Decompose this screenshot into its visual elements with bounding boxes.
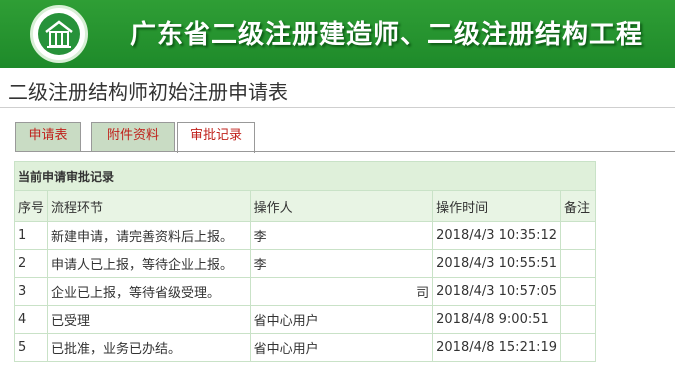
tab-attachments[interactable]: 附件资料 [91,122,175,152]
column-header-time: 操作时间 [432,190,562,222]
cell-remark [560,249,596,278]
table-row: 2 申请人已上报，等待企业上报。 李 2018/4/3 10:55:51 [13,249,596,278]
cell-step: 企业已上报，等待省级受理。 [47,277,251,306]
banner-title: 广东省二级注册建造师、二级注册结构工程 [130,20,644,50]
approval-records-table: 当前申请审批记录 序号 流程环节 操作人 操作时间 备注 1 新建申请，请完善资… [13,161,596,362]
page-title: 二级注册结构师初始注册申请表 [8,80,288,104]
column-header-no: 序号 [13,190,49,222]
cell-step: 已批准，业务已办结。 [47,333,251,362]
site-logo-icon [30,5,88,63]
cell-operator: 李 [249,221,434,250]
cell-operator: 省中心用户 [249,305,434,334]
cell-remark [560,277,596,306]
table-header-row: 序号 流程环节 操作人 操作时间 备注 [13,190,596,222]
cell-no: 1 [13,221,49,250]
cell-no: 5 [13,333,49,362]
table-row: 3 企业已上报，等待省级受理。 司 2018/4/3 10:57:05 [13,277,596,306]
cell-time: 2018/4/3 10:35:12 [432,221,562,250]
cell-time: 2018/4/8 15:21:19 [432,333,562,362]
cell-step: 已受理 [47,305,251,334]
column-header-remark: 备注 [560,190,596,222]
table-row: 1 新建申请，请完善资料后上报。 李 2018/4/3 10:35:12 [13,221,596,250]
tab-approval-records[interactable]: 审批记录 [177,122,255,153]
cell-operator: 司 [249,277,434,306]
cell-time: 2018/4/3 10:55:51 [432,249,562,278]
column-header-step: 流程环节 [47,190,251,222]
table-caption-row: 当前申请审批记录 [14,161,596,191]
cell-no: 3 [13,277,49,306]
cell-step: 申请人已上报，等待企业上报。 [47,249,251,278]
cell-no: 2 [13,249,49,278]
cell-remark [560,305,596,334]
cell-operator: 省中心用户 [249,333,434,362]
table-caption: 当前申请审批记录 [14,161,596,191]
cell-remark [560,221,596,250]
tab-application-form[interactable]: 申请表 [15,122,81,152]
table-row: 4 已受理 省中心用户 2018/4/8 9:00:51 [13,305,596,334]
cell-time: 2018/4/3 10:57:05 [432,277,562,306]
column-header-operator: 操作人 [249,190,434,222]
title-divider [0,107,675,108]
site-banner: 广东省二级注册建造师、二级注册结构工程 [0,0,675,68]
cell-no: 4 [13,305,49,334]
cell-remark [560,333,596,362]
tabs-divider [15,151,675,152]
cell-step: 新建申请，请完善资料后上报。 [47,221,251,250]
cell-time: 2018/4/8 9:00:51 [432,305,562,334]
cell-operator: 李 [249,249,434,278]
table-row: 5 已批准，业务已办结。 省中心用户 2018/4/8 15:21:19 [13,333,596,362]
